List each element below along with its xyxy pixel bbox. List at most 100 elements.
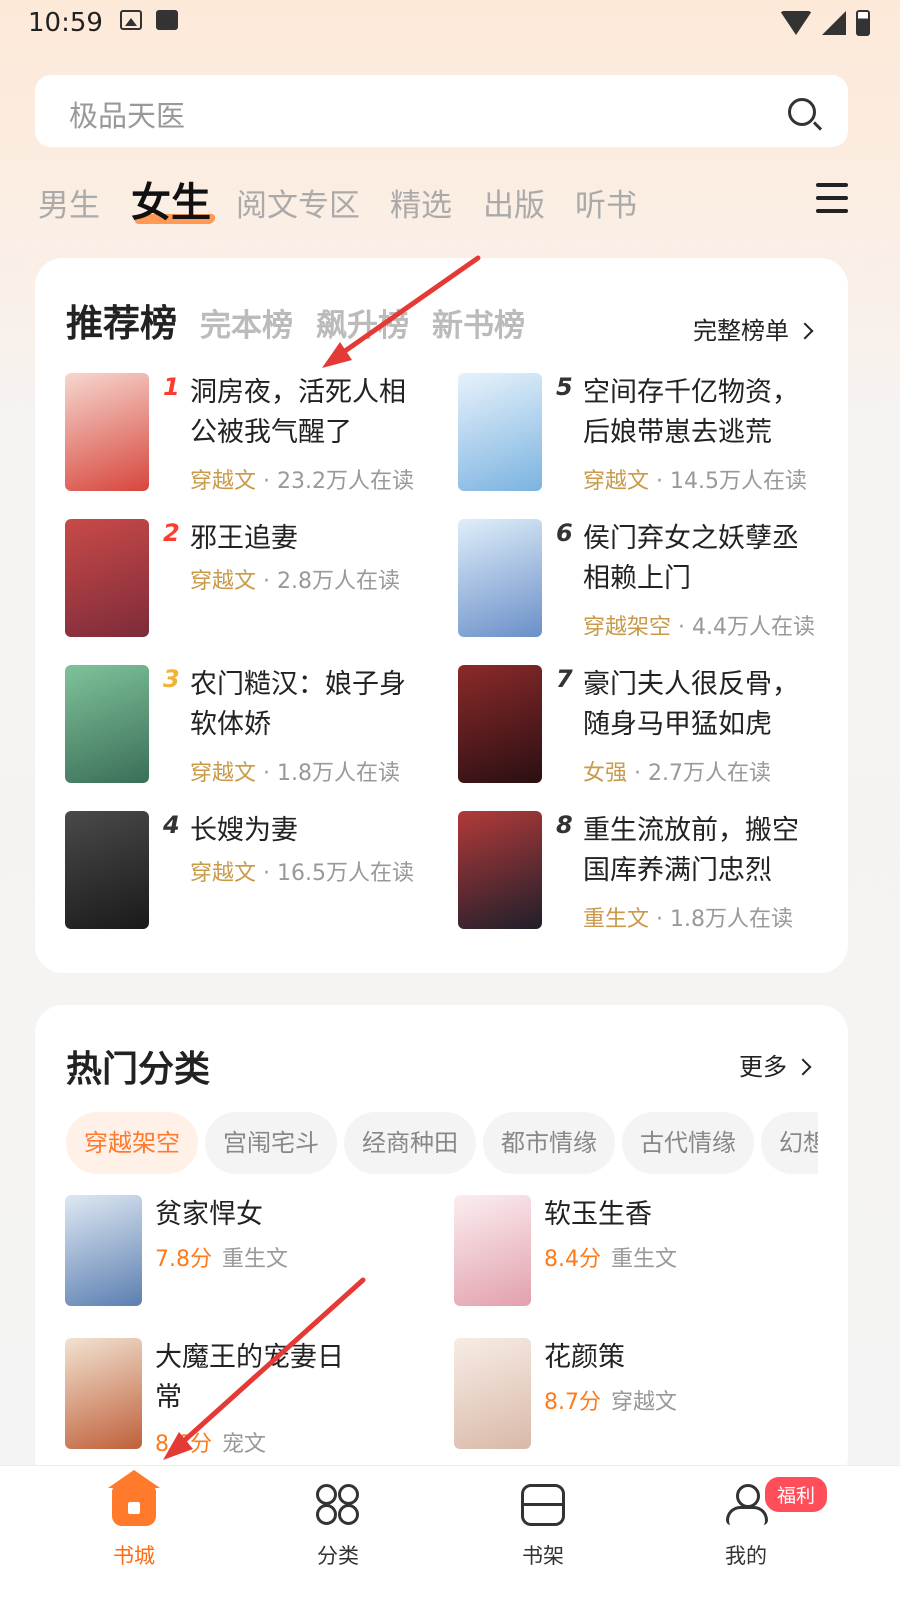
chip-palace-intrigue[interactable]: 宫闱宅斗 [205, 1112, 337, 1174]
category-book-item[interactable]: 大魔王的宠妻日常 8.6分 宠文 [65, 1338, 405, 1457]
tab-yuewen-zone[interactable]: 阅文专区 [236, 180, 360, 225]
nav-category[interactable]: 分类 [278, 1484, 398, 1570]
tab-new-book-rank[interactable]: 新书榜 [432, 300, 525, 345]
nav-bookshelf[interactable]: 书架 [483, 1484, 603, 1570]
tab-male[interactable]: 男生 [38, 180, 100, 225]
book-title[interactable]: 空间存千亿物资，后娘带崽去逃荒 [583, 373, 823, 453]
book-cover[interactable] [65, 373, 149, 491]
book-title[interactable]: 邪王追妻 [190, 519, 430, 559]
ranking-book-item[interactable]: 8 重生流放前，搬空国库养满门忠烈 重生文 · 1.8万人在读 [458, 811, 838, 941]
full-ranking-link[interactable]: 完整榜单 [693, 311, 814, 346]
book-meta: 穿越文 · 16.5万人在读 [190, 855, 425, 887]
book-meta: 重生文 · 1.8万人在读 [583, 901, 818, 933]
ranking-book-item[interactable]: 2 邪王追妻 穿越文 · 2.8万人在读 [65, 519, 445, 649]
tab-audiobook[interactable]: 听书 [575, 180, 637, 225]
status-bar: 10:59 [0, 0, 900, 50]
category-more-label: 更多 [739, 1053, 787, 1081]
notification-icons [120, 10, 178, 30]
rank-number: 4 [163, 811, 180, 839]
book-cover[interactable] [65, 1195, 142, 1306]
book-title[interactable]: 长嫂为妻 [190, 811, 430, 851]
book-title[interactable]: 农门糙汉：娘子身软体娇 [190, 665, 430, 745]
search-placeholder: 极品天医 [69, 99, 186, 133]
book-meta: 穿越架空 · 4.4万人在读 [583, 609, 818, 641]
book-score: 8.4分 [544, 1247, 601, 1272]
rank-number: 5 [556, 373, 573, 401]
book-cover[interactable] [454, 1195, 531, 1306]
nav-bookstore[interactable]: 书城 [74, 1470, 194, 1570]
book-title[interactable]: 重生流放前，搬空国库养满门忠烈 [583, 811, 823, 891]
category-grid-icon [316, 1484, 360, 1526]
book-genre[interactable]: 穿越文 [583, 469, 649, 494]
search-icon[interactable] [788, 98, 816, 126]
ranking-book-item[interactable]: 7 豪门夫人很反骨，随身马甲猛如虎女强 · 2.7万人在读 [458, 665, 838, 795]
hot-category-title: 热门分类 [66, 1049, 211, 1090]
book-cover[interactable] [65, 665, 149, 783]
book-title[interactable]: 软玉生香 [544, 1195, 744, 1235]
book-readers: · 4.4万人在读 [671, 615, 815, 640]
book-readers: · 1.8万人在读 [256, 761, 400, 786]
book-genre[interactable]: 穿越文 [190, 861, 256, 886]
category-book-item[interactable]: 花颜策 8.7分 穿越文 [454, 1338, 794, 1453]
tab-rising-rank[interactable]: 飙升榜 [316, 300, 409, 345]
ranking-book-item[interactable]: 3 农门糙汉：娘子身软体娇 穿越文 · 1.8万人在读 [65, 665, 445, 795]
ranking-book-item[interactable]: 1 洞房夜，活死人相公被我气醒了 穿越文 · 23.2万人在读 [65, 373, 445, 503]
book-genre[interactable]: 穿越文 [190, 761, 256, 786]
book-readers: · 23.2万人在读 [256, 469, 414, 494]
book-readers: · 2.7万人在读 [627, 761, 771, 786]
category-more-link[interactable]: 更多 [739, 1047, 812, 1082]
tab-featured[interactable]: 精选 [390, 180, 452, 225]
status-time: 10:59 [28, 8, 103, 38]
system-icons [780, 10, 870, 36]
chip-time-travel[interactable]: 穿越架空 [66, 1112, 198, 1174]
book-cover[interactable] [458, 811, 542, 929]
menu-icon[interactable] [816, 183, 848, 213]
book-title[interactable]: 洞房夜，活死人相公被我气醒了 [190, 373, 430, 453]
search-bar[interactable]: 极品天医 [35, 75, 848, 147]
book-cover[interactable] [458, 519, 542, 637]
book-meta: 穿越文 · 1.8万人在读 [190, 755, 425, 787]
chip-urban-romance[interactable]: 都市情缘 [483, 1112, 615, 1174]
font-notification-icon [156, 10, 178, 30]
tab-female[interactable]: 女生 [131, 170, 211, 228]
book-score: 7.8分 [155, 1247, 212, 1272]
book-genre[interactable]: 穿越文 [190, 569, 256, 594]
book-meta: 8.7分 穿越文 [544, 1384, 677, 1416]
chip-fantasy[interactable]: 幻想 [761, 1112, 818, 1174]
book-meta: 7.8分 重生文 [155, 1241, 288, 1273]
tab-completed-rank[interactable]: 完本榜 [200, 300, 293, 345]
tab-publish[interactable]: 出版 [483, 180, 545, 225]
book-cover[interactable] [65, 519, 149, 637]
book-meta: 女强 · 2.7万人在读 [583, 755, 818, 787]
book-readers: · 16.5万人在读 [256, 861, 414, 886]
book-cover[interactable] [454, 1338, 531, 1449]
book-title[interactable]: 贫家悍女 [155, 1195, 355, 1235]
book-cover[interactable] [458, 373, 542, 491]
book-title[interactable]: 侯门弃女之妖孽丞相赖上门 [583, 519, 823, 599]
signal-icon [822, 11, 846, 35]
book-cover[interactable] [65, 1338, 142, 1449]
category-book-item[interactable]: 软玉生香 8.4分 重生文 [454, 1195, 794, 1310]
category-book-item[interactable]: 贫家悍女 7.8分 重生文 [65, 1195, 405, 1310]
chip-ancient-romance[interactable]: 古代情缘 [622, 1112, 754, 1174]
book-genre[interactable]: 重生文 [583, 907, 649, 932]
ranking-book-item[interactable]: 5 空间存千亿物资，后娘带崽去逃荒穿越文 · 14.5万人在读 [458, 373, 838, 503]
book-title[interactable]: 豪门夫人很反骨，随身马甲猛如虎 [583, 665, 823, 745]
rank-number: 6 [556, 519, 573, 547]
ranking-book-item[interactable]: 6 侯门弃女之妖孽丞相赖上门穿越架空 · 4.4万人在读 [458, 519, 838, 649]
tab-recommend-rank[interactable]: 推荐榜 [66, 293, 177, 347]
book-cover[interactable] [458, 665, 542, 783]
chip-farming[interactable]: 经商种田 [344, 1112, 476, 1174]
profile-icon [724, 1484, 768, 1526]
book-cover[interactable] [65, 811, 149, 929]
book-meta: 穿越文 · 14.5万人在读 [583, 463, 818, 495]
rank-number: 7 [556, 665, 573, 693]
book-genre: 宠文 [222, 1432, 267, 1457]
book-title[interactable]: 花颜策 [544, 1338, 744, 1378]
book-title[interactable]: 大魔王的宠妻日常 [155, 1338, 355, 1418]
book-genre[interactable]: 穿越架空 [583, 615, 671, 640]
full-ranking-label: 完整榜单 [693, 317, 789, 345]
book-genre[interactable]: 穿越文 [190, 469, 256, 494]
ranking-book-item[interactable]: 4 长嫂为妻穿越文 · 16.5万人在读 [65, 811, 445, 941]
book-genre[interactable]: 女强 [583, 761, 627, 786]
